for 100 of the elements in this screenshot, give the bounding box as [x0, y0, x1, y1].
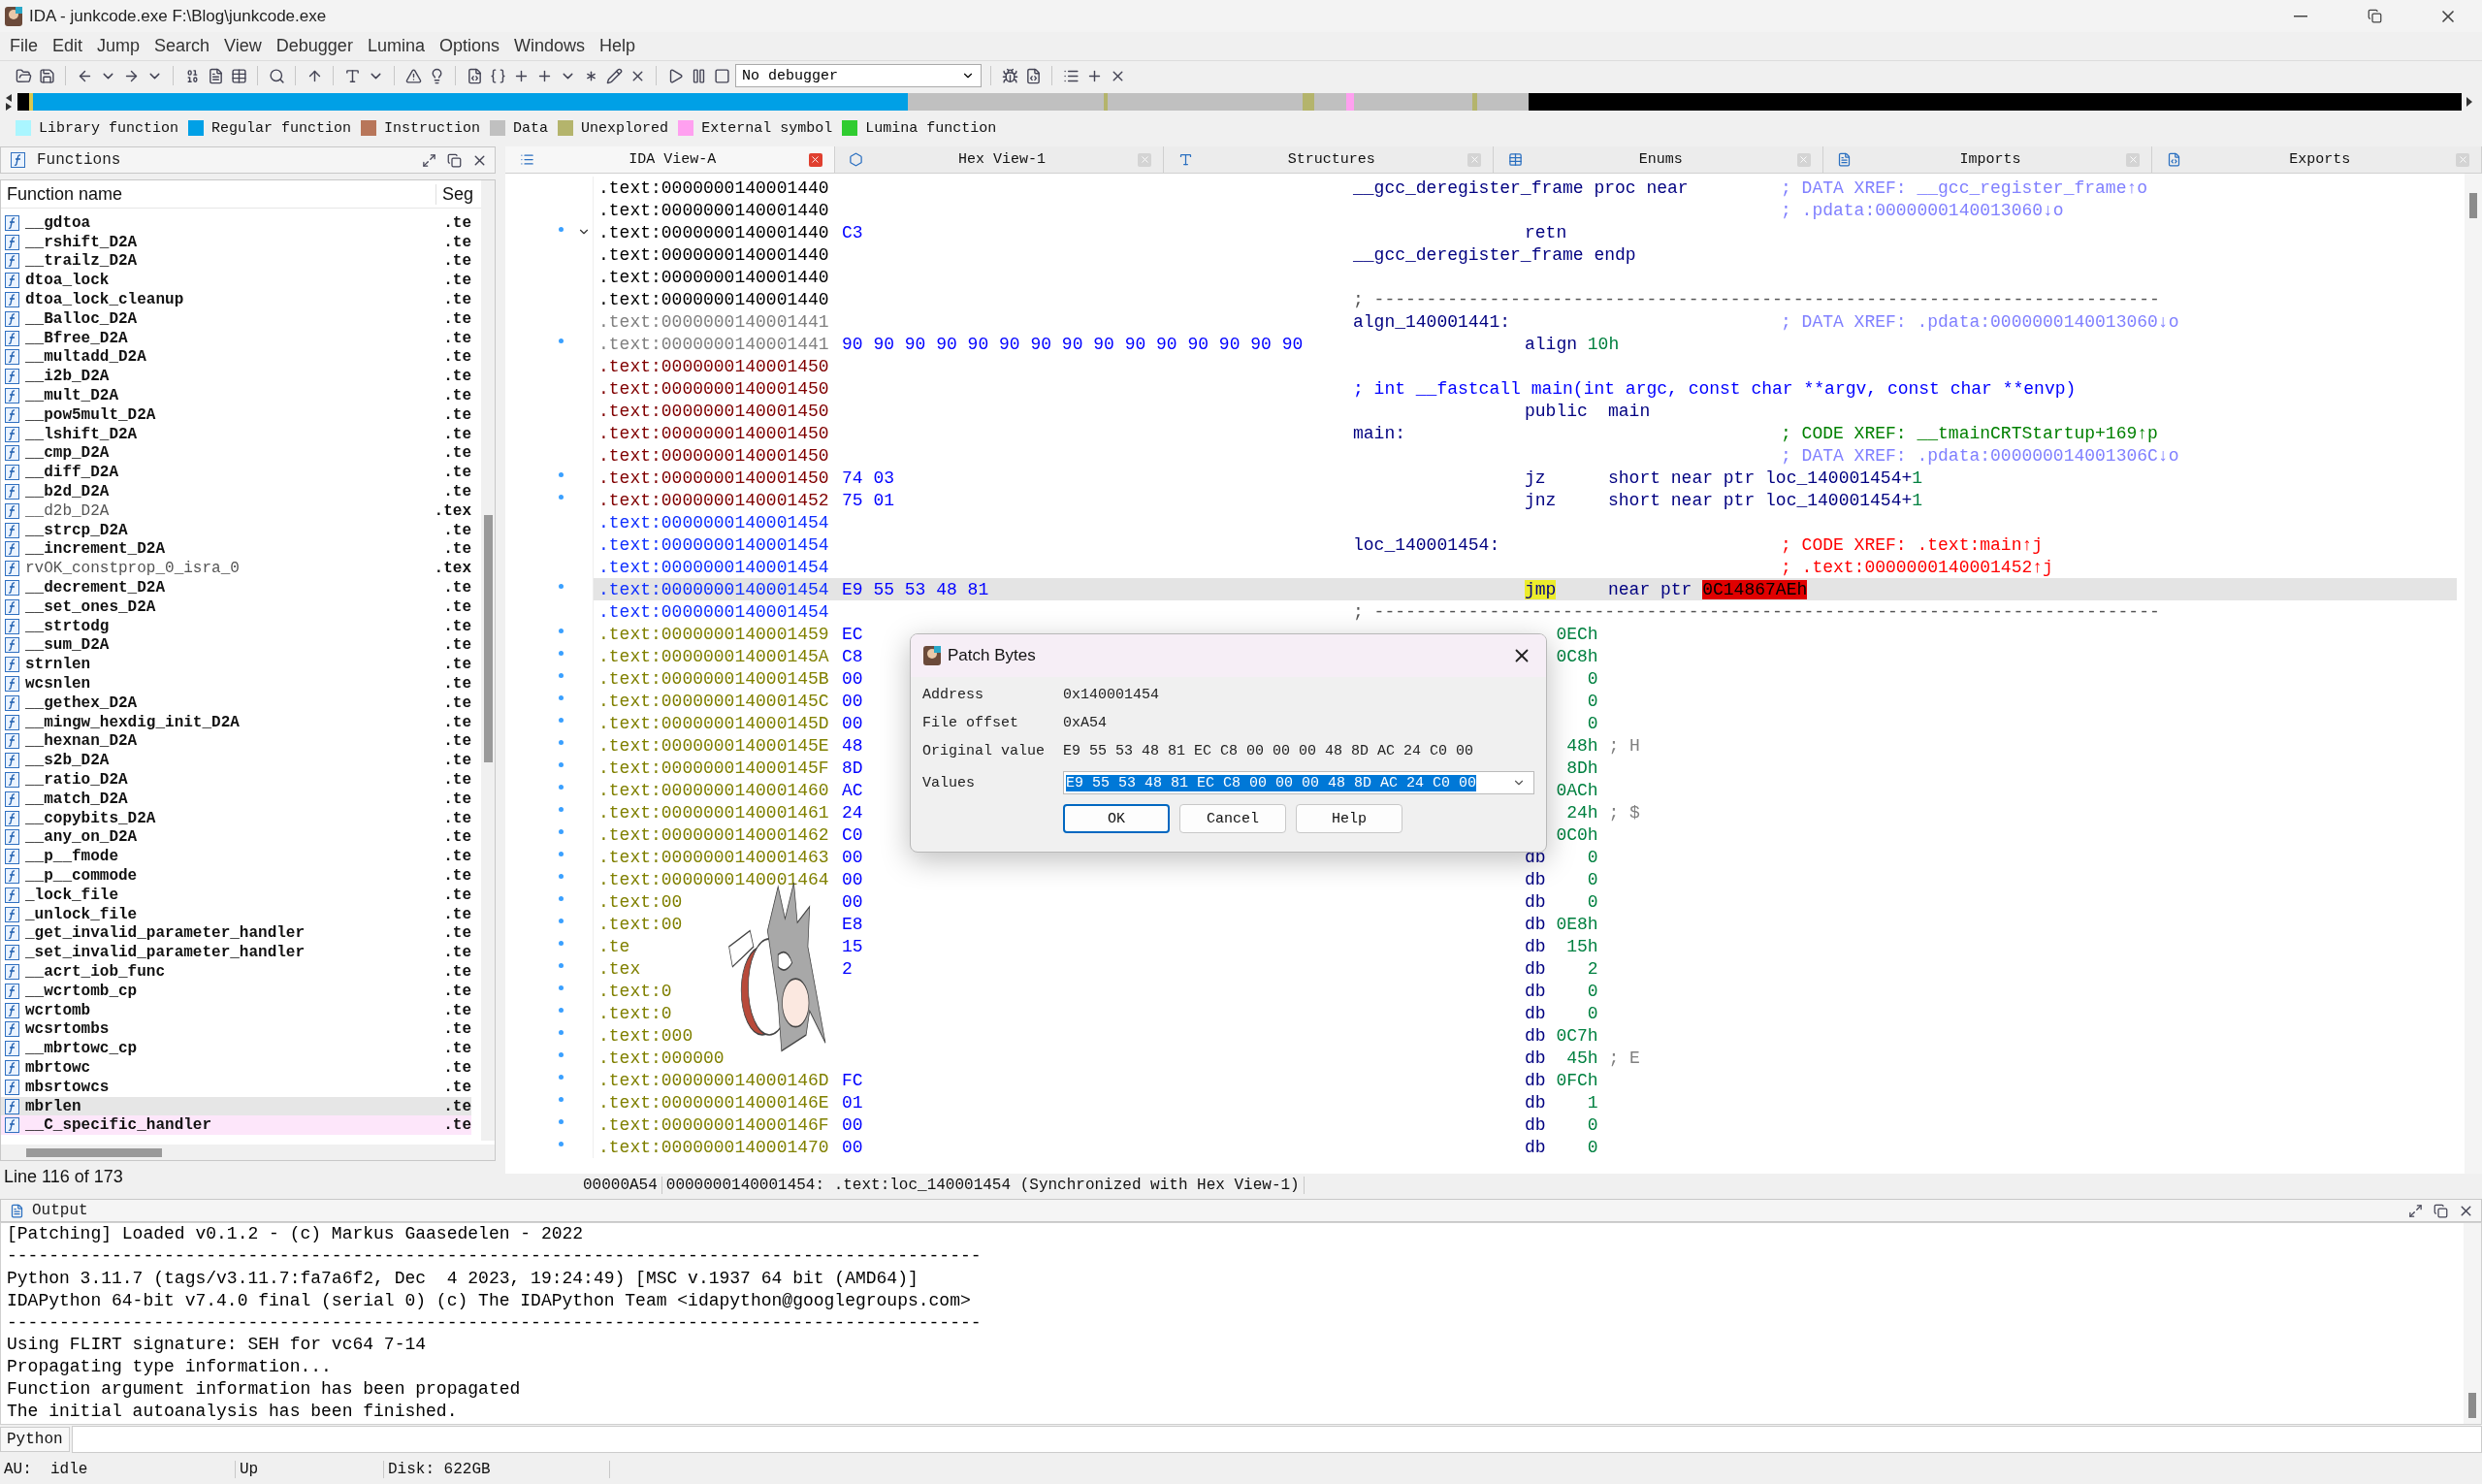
function-row[interactable]: __mbrtowc_cp .te: [1, 1039, 471, 1059]
function-row[interactable]: __hexnan_D2A .te: [1, 731, 471, 752]
function-row[interactable]: __strtodg .te: [1, 616, 471, 636]
function-row[interactable]: __Bfree_D2A .te: [1, 328, 471, 348]
function-row[interactable]: __p__fmode .te: [1, 847, 471, 867]
function-row[interactable]: __Balloc_D2A .te: [1, 309, 471, 329]
function-row[interactable]: __trailz_D2A .te: [1, 251, 471, 272]
comment-text: ; .pdata:0000000140013060↓o: [1781, 200, 2065, 220]
vertical-scrollbar[interactable]: [481, 180, 495, 1141]
function-row[interactable]: __acrt_iob_func .te: [1, 962, 471, 982]
debugger-dropdown[interactable]: No debugger: [735, 64, 982, 87]
vertical-scrollbar[interactable]: [2465, 174, 2482, 1174]
function-icon: [5, 292, 19, 308]
function-row[interactable]: dtoa_lock_cleanup .te: [1, 290, 471, 309]
menu-item[interactable]: Lumina: [361, 36, 434, 56]
menu-item[interactable]: Help: [594, 36, 645, 56]
function-row[interactable]: _unlock_file .te: [1, 904, 471, 924]
address-text: .text:000000014000146D: [598, 1070, 830, 1090]
folder-icon[interactable]: [14, 66, 33, 85]
function-row[interactable]: __wcrtomb_cp .te: [1, 981, 471, 1001]
function-row[interactable]: __pow5mult_D2A .te: [1, 404, 471, 425]
warning-icon[interactable]: [403, 66, 423, 85]
function-row[interactable]: __C_specific_handler .te: [1, 1115, 471, 1136]
function-row[interactable]: __cmp_D2A .te: [1, 443, 471, 464]
menu-item[interactable]: Jump: [91, 36, 149, 56]
stop-icon[interactable]: [712, 66, 731, 85]
scroll-arrows-icon[interactable]: [4, 92, 14, 112]
function-row[interactable]: __b2d_D2A .te: [1, 482, 471, 501]
menu-item[interactable]: File: [4, 36, 47, 56]
function-row[interactable]: _get_invalid_parameter_handler .te: [1, 923, 471, 944]
braces-icon[interactable]: [488, 66, 507, 85]
python-language-button[interactable]: Python: [0, 1427, 70, 1452]
function-row[interactable]: strnlen .te: [1, 655, 471, 675]
function-row[interactable]: wcsrtombs .te: [1, 1019, 471, 1040]
function-row[interactable]: __match_D2A .te: [1, 789, 471, 809]
menu-item[interactable]: Options: [433, 36, 508, 56]
opcode-bytes: 48: [842, 735, 863, 756]
mnemonic-text: jmp: [1525, 579, 1557, 599]
dialog-button[interactable]: OK: [1063, 804, 1170, 833]
data-value: 0: [1586, 891, 1598, 912]
navigation-band[interactable]: [17, 93, 2462, 111]
function-row[interactable]: __gethex_D2A .te: [1, 693, 471, 713]
function-row[interactable]: __copybits_D2A .te: [1, 808, 471, 828]
function-row[interactable]: __sum_D2A .te: [1, 635, 471, 656]
function-row[interactable]: __multadd_D2A .te: [1, 347, 471, 368]
pencil-icon[interactable]: [604, 66, 624, 85]
column-header[interactable]: Function name: [1, 183, 436, 205]
dialog-button[interactable]: Cancel: [1179, 804, 1286, 833]
function-row[interactable]: __d2b_D2A .tex: [1, 500, 471, 521]
view-tab[interactable]: IDA View-A: [505, 146, 835, 174]
function-row[interactable]: __ratio_D2A .te: [1, 770, 471, 790]
function-row[interactable]: __set_ones_D2A .te: [1, 597, 471, 617]
function-row[interactable]: __strcp_D2A .te: [1, 520, 471, 540]
function-row[interactable]: rvOK_constprop_0_isra_0 .tex: [1, 559, 471, 579]
function-row[interactable]: _lock_file .te: [1, 885, 471, 905]
function-row[interactable]: wcrtomb .te: [1, 1000, 471, 1020]
function-row[interactable]: __increment_D2A .te: [1, 539, 471, 560]
view-tab[interactable]: Hex View-1: [834, 146, 1165, 174]
menu-item[interactable]: Windows: [507, 36, 594, 56]
function-row[interactable]: __diff_D2A .te: [1, 463, 471, 483]
view-tab[interactable]: Enums: [1494, 146, 1823, 174]
function-row[interactable]: __lshift_D2A .te: [1, 424, 471, 444]
function-row[interactable]: mbrtowc .te: [1, 1058, 471, 1078]
comment-text: ; CODE XREF: __tmainCRTStartup+169↑p: [1781, 423, 2159, 443]
function-row[interactable]: __gdtoa .te: [1, 213, 471, 233]
function-row[interactable]: __any_on_D2A .te: [1, 827, 471, 848]
function-row[interactable]: __mingw_hexdig_init_D2A .te: [1, 712, 471, 732]
column-header[interactable]: Seg: [436, 183, 474, 205]
table-icon[interactable]: [229, 66, 248, 85]
function-row[interactable]: dtoa_lock .te: [1, 271, 471, 291]
opcode-bytes: C0: [842, 824, 863, 845]
menu-item[interactable]: Debugger: [270, 36, 362, 56]
vertical-scrollbar[interactable]: [2464, 1223, 2481, 1424]
dialog-button[interactable]: Help: [1296, 804, 1402, 833]
function-row[interactable]: wcsnlen .te: [1, 674, 471, 694]
scroll-arrow-icon[interactable]: [2466, 95, 2473, 109]
close-tab-button[interactable]: [808, 152, 822, 167]
view-tab[interactable]: Imports: [1822, 146, 2153, 174]
command-input[interactable]: [71, 1426, 2482, 1453]
function-row[interactable]: mbrlen .te: [1, 1096, 471, 1116]
function-row[interactable]: __decrement_D2A .te: [1, 578, 471, 597]
menu-item[interactable]: Edit: [47, 36, 92, 56]
function-row[interactable]: __i2b_D2A .te: [1, 367, 471, 387]
function-row[interactable]: _set_invalid_parameter_handler .te: [1, 943, 471, 963]
function-row[interactable]: __s2b_D2A .te: [1, 751, 471, 771]
menu-item[interactable]: Search: [148, 36, 219, 56]
view-tab[interactable]: Structures: [1164, 146, 1494, 174]
values-combobox[interactable]: E9 55 53 48 81 EC C8 00 00 00 48 8D AC 24 C0 00: [1063, 771, 1534, 794]
menu-item[interactable]: View: [218, 36, 271, 56]
function-row[interactable]: __p__commode .te: [1, 866, 471, 886]
function-icon: [5, 694, 19, 711]
search-icon[interactable]: [267, 66, 286, 85]
horizontal-scrollbar[interactable]: [1, 1145, 495, 1160]
directive-text: db: [1525, 936, 1547, 956]
function-row[interactable]: __rshift_D2A .te: [1, 232, 471, 252]
function-row[interactable]: __mult_D2A .te: [1, 386, 471, 405]
legend-label: Lumina function: [865, 119, 997, 137]
bug-icon[interactable]: [1000, 66, 1019, 85]
function-row[interactable]: mbsrtowcs .te: [1, 1077, 471, 1097]
view-tab[interactable]: Exports: [2152, 146, 2482, 174]
